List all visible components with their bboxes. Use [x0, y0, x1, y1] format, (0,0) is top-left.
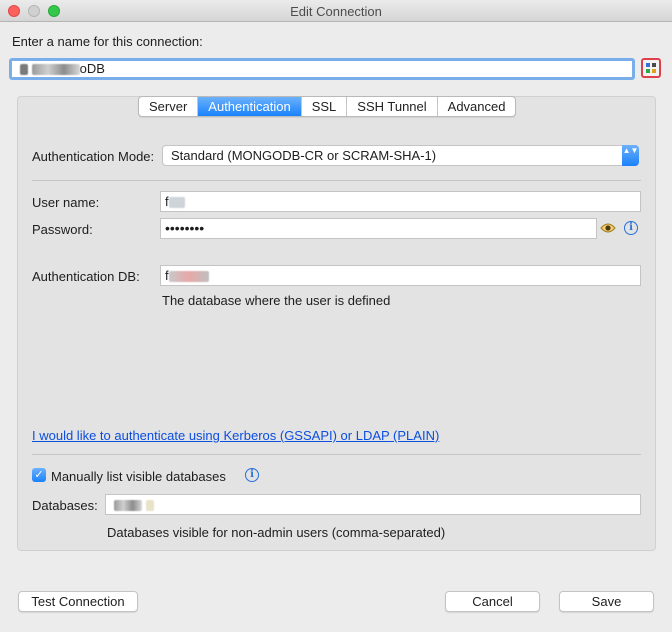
- auth-db-label: Authentication DB:: [32, 269, 140, 284]
- password-label: Password:: [32, 222, 93, 237]
- title-bar: Edit Connection: [0, 0, 672, 22]
- username-label: User name:: [32, 195, 100, 210]
- databases-label: Databases:: [32, 498, 98, 513]
- redacted-text: [114, 500, 142, 512]
- redacted-text: [145, 500, 154, 512]
- connection-name-label: Enter a name for this connection:: [12, 34, 203, 49]
- test-connection-button[interactable]: Test Connection: [18, 591, 138, 612]
- redacted-text: [31, 64, 80, 76]
- databases-input[interactable]: [105, 494, 641, 515]
- chevron-updown-icon: ▲▼: [622, 145, 639, 166]
- tab-authentication[interactable]: Authentication: [198, 97, 302, 116]
- info-icon[interactable]: i: [624, 221, 638, 235]
- cancel-button[interactable]: Cancel: [445, 591, 540, 612]
- info-icon[interactable]: i: [245, 468, 259, 482]
- tab-ssh-tunnel[interactable]: SSH Tunnel: [347, 97, 438, 116]
- kerberos-ldap-link[interactable]: I would like to authenticate using Kerbe…: [32, 428, 439, 443]
- tab-advanced[interactable]: Advanced: [438, 97, 516, 116]
- connection-name-input[interactable]: oDB: [9, 58, 635, 80]
- window-title: Edit Connection: [290, 4, 382, 19]
- auth-mode-select[interactable]: Standard (MONGODB-CR or SCRAM-SHA-1) ▲▼: [162, 145, 639, 166]
- color-palette-icon[interactable]: [641, 58, 661, 78]
- auth-mode-label: Authentication Mode:: [32, 149, 155, 164]
- divider: [32, 180, 641, 181]
- username-input[interactable]: f: [160, 191, 641, 212]
- connection-name-suffix: oDB: [79, 61, 105, 76]
- auth-db-input[interactable]: f: [160, 265, 641, 286]
- manual-databases-checkbox[interactable]: ✓: [32, 468, 46, 482]
- password-input[interactable]: ••••••••: [160, 218, 597, 239]
- tab-server[interactable]: Server: [139, 97, 199, 116]
- auth-mode-value: Standard (MONGODB-CR or SCRAM-SHA-1): [171, 148, 437, 163]
- divider: [32, 454, 641, 455]
- tab-ssl[interactable]: SSL: [302, 97, 348, 116]
- redacted-text: [168, 197, 185, 209]
- manual-databases-label: Manually list visible databases: [51, 469, 226, 484]
- databases-hint: Databases visible for non-admin users (c…: [107, 525, 446, 540]
- redacted-text: [168, 271, 209, 283]
- eye-icon[interactable]: [600, 222, 616, 234]
- save-button[interactable]: Save: [559, 591, 654, 612]
- auth-db-hint: The database where the user is defined: [162, 293, 391, 308]
- tab-bar: Server Authentication SSL SSH Tunnel Adv…: [138, 96, 517, 117]
- redacted-text: [20, 64, 28, 76]
